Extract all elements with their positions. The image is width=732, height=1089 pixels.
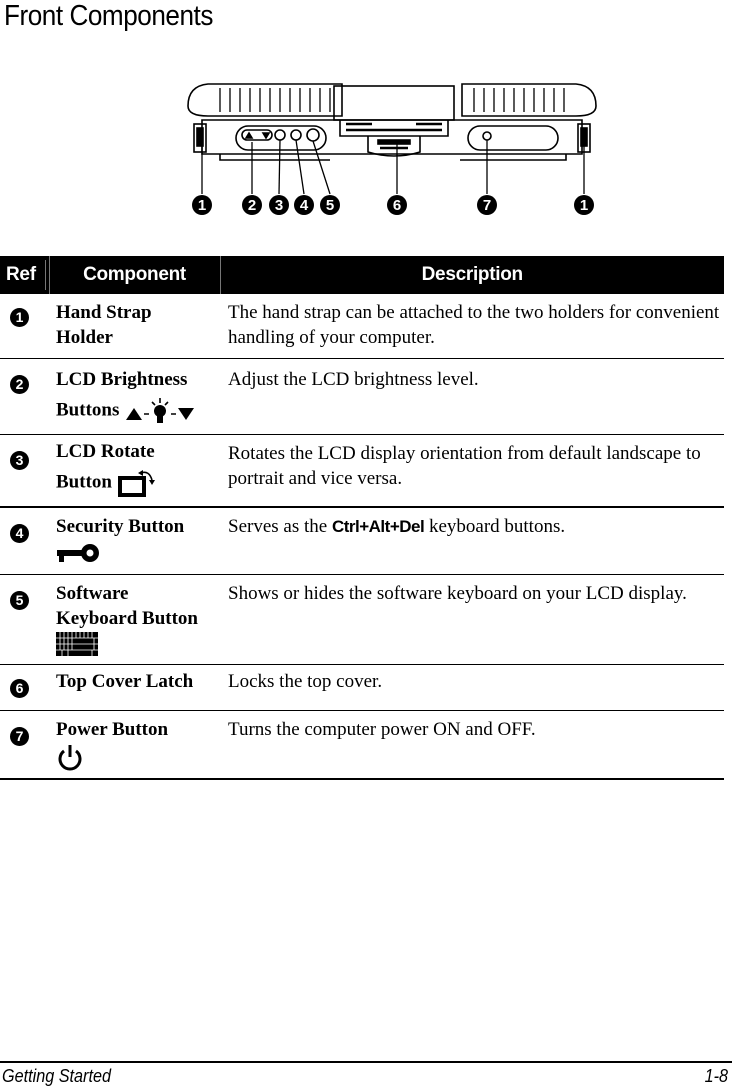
footer-section-title: Getting Started (2, 1066, 111, 1086)
callout-label: 2 (248, 197, 256, 214)
ref-number: 1 (10, 308, 29, 327)
callout-6: 6 (387, 195, 407, 215)
component-name: Security Button (56, 516, 185, 537)
component-name-line2: Button (56, 471, 112, 493)
header-description: Description (220, 256, 724, 294)
table-row: 1 Hand Strap Holder The hand strap can b… (0, 294, 724, 359)
callout-5: 5 (320, 195, 340, 215)
callout-label: 7 (483, 197, 491, 214)
ref-number: 4 (10, 524, 29, 543)
component-description: The hand strap can be attached to the tw… (220, 294, 724, 359)
keyboard-shortcut: Ctrl+Alt+Del (331, 517, 425, 536)
component-name-line2: Buttons (56, 399, 120, 421)
callout-label: 5 (326, 197, 334, 214)
footer-page-number: 1-8 (704, 1066, 728, 1086)
component-description: Adjust the LCD brightness level. (220, 358, 724, 435)
component-description: Rotates the LCD display orientation from… (220, 434, 724, 508)
ref-number: 3 (10, 451, 29, 470)
component-name: Hand Strap (56, 302, 152, 323)
rotate-display-icon (117, 470, 155, 497)
keyboard-icon (56, 632, 98, 657)
description-text: Serves as the (228, 516, 332, 537)
component-name-line2: Holder (56, 327, 113, 348)
table-row: 7 Power Button Turns the computer power … (0, 710, 724, 781)
component-description: Serves as the Ctrl+Alt+Del keyboard butt… (220, 507, 724, 575)
callout-1-right: 1 (574, 195, 594, 215)
component-name: Power Button (56, 719, 169, 741)
callout-3: 3 (269, 195, 289, 215)
callout-label: 4 (300, 197, 309, 214)
page-title: Front Components (4, 0, 213, 32)
component-name: LCD Brightness (56, 369, 188, 390)
header-component: Component (49, 256, 221, 294)
callout-label: 6 (393, 197, 401, 214)
callout-7: 7 (477, 195, 497, 215)
callout-label: 3 (275, 197, 283, 214)
table-row: 3 LCD Rotate Button Rotates the LCD disp… (0, 434, 724, 508)
key-icon (57, 543, 99, 562)
component-name: Software (56, 582, 129, 604)
components-table: Ref Component Description 1 Hand Strap H… (0, 256, 724, 781)
device-body (187, 83, 597, 161)
table-row: 2 LCD Brightness Buttons Adjust the LCD … (0, 358, 724, 435)
component-description: Turns the computer power ON and OFF. (220, 710, 724, 781)
header-ref: Ref (0, 256, 50, 294)
power-icon (58, 745, 82, 771)
component-name-line2: Keyboard Button (56, 607, 198, 629)
callout-label: 1 (580, 197, 588, 214)
callout-label: 1 (198, 197, 206, 214)
table-row: 5 Software Keyboard Button Shows or hide… (0, 574, 724, 666)
component-name: Top Cover Latch (56, 671, 194, 693)
table-header-row: Ref Component Description (0, 256, 724, 294)
ref-number: 2 (10, 375, 29, 394)
component-description: Locks the top cover. (220, 664, 724, 712)
table-row: 4 Security Button Serves as the Ctrl+Alt… (0, 507, 724, 575)
callout-2: 2 (242, 195, 262, 215)
callout-markers: 1 2 3 4 5 6 7 1 (192, 195, 594, 215)
table-row: 6 Top Cover Latch Locks the top cover. (0, 664, 724, 712)
description-text: keyboard buttons. (424, 516, 566, 537)
brightness-up-down-icon (126, 398, 195, 423)
callout-1-left: 1 (192, 195, 212, 215)
ref-number: 6 (10, 679, 29, 699)
component-description: Shows or hides the software keyboard on … (220, 574, 724, 666)
device-front-illustration: 1 2 3 4 5 6 7 1 (187, 83, 597, 215)
component-name: LCD Rotate (56, 441, 155, 462)
footer-divider (0, 1061, 732, 1063)
ref-number: 7 (10, 727, 29, 747)
ref-number: 5 (10, 590, 29, 610)
callout-4: 4 (294, 195, 314, 215)
